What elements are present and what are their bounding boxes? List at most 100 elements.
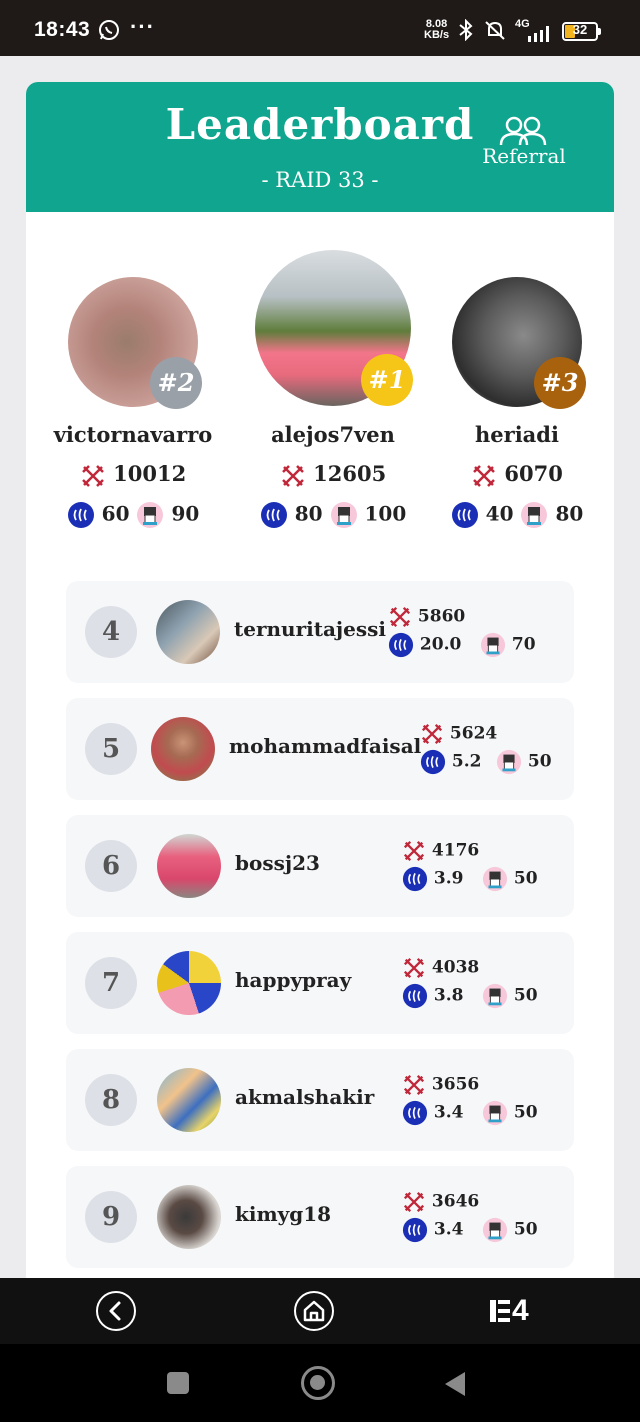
podium-rewards: 80 100 <box>228 501 438 529</box>
home-button[interactable] <box>294 1291 334 1331</box>
back-button[interactable] <box>96 1291 136 1331</box>
steem-icon <box>402 1100 428 1126</box>
system-home-button[interactable] <box>301 1366 335 1400</box>
token-value: 50 <box>513 868 538 889</box>
status-bar: 18:43 ··· 8.08 KB/s 4G 32 <box>0 0 640 56</box>
raid-subtitle: - RAID 33 - <box>261 168 379 192</box>
avatar <box>157 834 221 898</box>
score-value: 6070 <box>504 461 563 486</box>
referral-label: Referral <box>482 144 566 168</box>
avatar <box>157 1185 221 1249</box>
score: 3646 <box>402 1190 479 1214</box>
rank-number: 5 <box>85 723 137 775</box>
score: 3656 <box>402 1073 479 1097</box>
recent-apps-button[interactable] <box>167 1372 189 1394</box>
steem-reward: 3.4 <box>402 1100 464 1126</box>
avatar <box>156 600 220 664</box>
system-back-button[interactable] <box>443 1370 469 1398</box>
app-logo-button[interactable]: 4 <box>490 1294 529 1328</box>
leaderboard-row[interactable]: 7 happypray 4038 3.8 50 <box>66 932 574 1034</box>
avatar: #1 <box>255 250 413 406</box>
podium-second[interactable]: #2 victornavarro 10012 60 90 <box>48 277 218 528</box>
system-navigation-bar <box>0 1344 640 1422</box>
score-value: 4038 <box>431 957 480 978</box>
crossed-swords-icon <box>281 464 304 487</box>
score-value: 5624 <box>449 723 498 744</box>
rank-number: 8 <box>85 1074 137 1126</box>
crossed-swords-icon <box>403 1191 425 1213</box>
character-token-icon <box>137 502 164 528</box>
menu-bars-icon <box>490 1300 510 1322</box>
avatar <box>151 717 215 781</box>
battery-icon: 32 <box>562 22 601 41</box>
score: 5860 <box>388 605 465 629</box>
token-reward: 50 <box>482 1100 538 1126</box>
score-value: 3656 <box>431 1074 480 1095</box>
steem-value: 3.4 <box>433 1102 464 1123</box>
username: bossj23 <box>235 851 320 875</box>
bluetooth-icon <box>459 19 473 41</box>
token-reward: 50 <box>496 749 552 775</box>
avatar <box>157 951 221 1015</box>
rank-badge-1: #1 <box>361 354 413 406</box>
crossed-swords-icon <box>473 464 495 487</box>
podium-username: victornavarro <box>53 422 213 447</box>
whatsapp-icon <box>99 20 119 40</box>
leaderboard-row[interactable]: 8 akmalshakir 3656 3.4 50 <box>66 1049 574 1151</box>
steem-icon <box>402 1217 428 1243</box>
referral-button[interactable]: Referral <box>476 116 572 168</box>
crossed-swords-icon <box>403 957 425 979</box>
leaderboard-row[interactable]: 4 ternuritajessi 5860 20.0 70 <box>66 581 574 683</box>
character-token-icon <box>480 632 506 658</box>
leaderboard-row[interactable]: 5 mohammadfaisal 5624 5.2 50 <box>66 698 574 800</box>
username: happypray <box>235 968 352 992</box>
podium-username: heriadi <box>475 422 559 447</box>
score: 5624 <box>420 722 497 746</box>
crossed-swords-icon <box>81 464 104 487</box>
crossed-swords-icon <box>421 723 443 745</box>
podium-score: 6070 <box>432 461 602 489</box>
leaderboard-row[interactable]: 9 kimyg18 3646 3.4 50 <box>66 1166 574 1268</box>
steem-value: 5.2 <box>451 751 482 772</box>
podium-score: 12605 <box>248 461 418 489</box>
mute-bell-icon <box>485 21 505 40</box>
score-value: 10012 <box>113 461 187 486</box>
steem-reward: 3.4 <box>402 1217 464 1243</box>
token-value: 100 <box>364 501 407 526</box>
row-stats: 4038 3.8 50 <box>402 956 562 1016</box>
podium-third[interactable]: #3 heriadi 6070 40 80 <box>432 277 602 528</box>
crossed-swords-icon <box>403 840 425 862</box>
row-stats: 3656 3.4 50 <box>402 1073 562 1133</box>
steem-icon <box>402 866 428 892</box>
leaderboard-card: Leaderboard - RAID 33 - Referral #2 vict… <box>26 82 614 1302</box>
podium-first[interactable]: #1 alejos7ven 12605 80 100 <box>248 250 418 528</box>
score-value: 3646 <box>431 1191 480 1212</box>
crossed-swords-icon <box>403 1074 425 1096</box>
username: ternuritajessi <box>234 617 386 641</box>
chevron-left-icon <box>109 1301 121 1321</box>
character-token-icon <box>482 983 508 1009</box>
network-speed: 8.08 KB/s <box>424 19 449 41</box>
steem-reward: 5.2 <box>420 749 482 775</box>
username: kimyg18 <box>235 1202 332 1226</box>
steem-value: 3.9 <box>433 868 464 889</box>
app-navigation-bar: 4 <box>0 1278 640 1344</box>
steem-value: 60 <box>101 501 130 526</box>
token-value: 50 <box>513 985 538 1006</box>
leaderboard-row[interactable]: 6 bossj23 4176 3.9 50 <box>66 815 574 917</box>
token-reward: 50 <box>482 866 538 892</box>
steem-value: 3.4 <box>433 1219 464 1240</box>
users-icon <box>499 116 547 146</box>
username: akmalshakir <box>235 1085 375 1109</box>
net-speed-unit: KB/s <box>424 29 450 41</box>
more-notifications-icon: ··· <box>130 14 155 39</box>
steem-icon <box>420 749 446 775</box>
character-token-icon <box>482 866 508 892</box>
rank-number: 9 <box>85 1191 137 1243</box>
steem-icon <box>260 502 287 528</box>
row-stats: 3646 3.4 50 <box>402 1190 562 1250</box>
steem-icon <box>67 502 94 528</box>
steem-value: 20.0 <box>419 634 462 655</box>
character-token-icon <box>496 749 522 775</box>
steem-reward: 20.0 <box>388 632 461 658</box>
